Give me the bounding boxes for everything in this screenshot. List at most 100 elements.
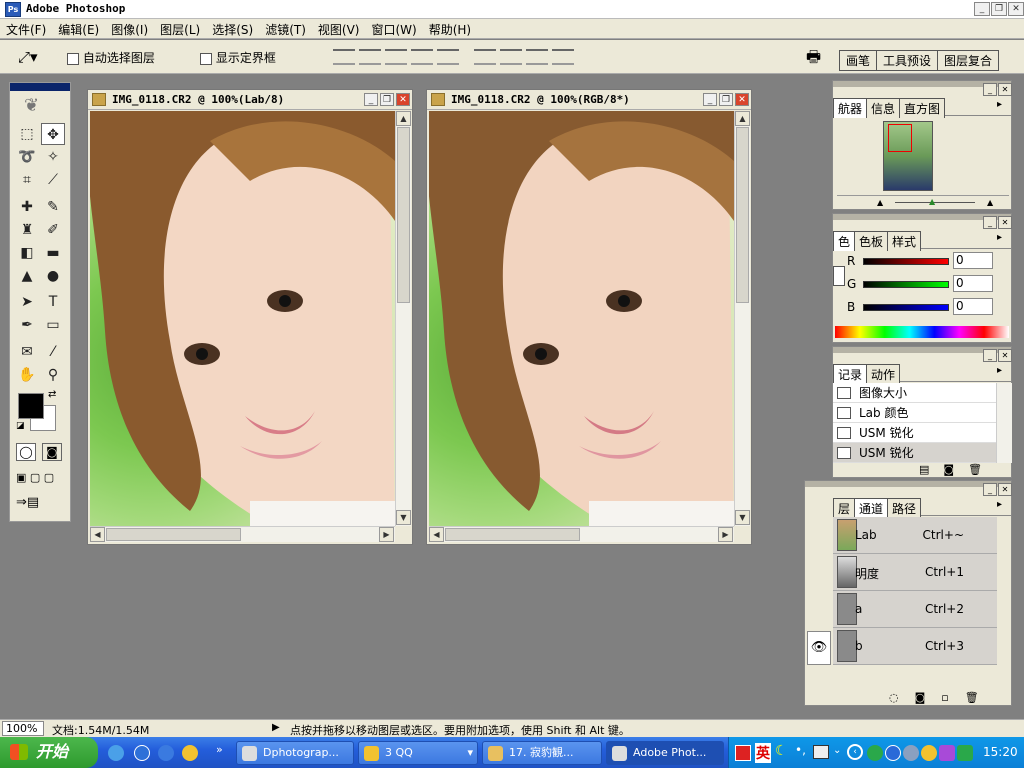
panel-menu-icon[interactable]: ▸ [997,499,1002,510]
tab-navigator[interactable]: 航器 [833,98,868,118]
tab-brushes[interactable]: 画笔 [839,50,878,71]
tray-app-icon[interactable] [939,745,955,761]
tab-swatches[interactable]: 色板 [854,231,889,251]
close-button[interactable]: ✕ [1008,2,1024,16]
scroll-left-button[interactable]: ◀ [90,527,105,542]
zoom-thumb[interactable]: ▲ [929,197,935,206]
standard-mode-icon[interactable]: ◯ [16,443,36,461]
dodge-tool-icon[interactable]: ● [41,265,65,287]
quicklaunch-msn-icon[interactable] [134,745,150,761]
distribute-top-icon[interactable] [474,49,496,65]
history-scrollbar[interactable] [996,383,1012,463]
vertical-scrollbar-lab[interactable]: ▲ ▼ [395,111,411,526]
panel-close-button[interactable]: ✕ [998,483,1012,496]
scroll-right-button[interactable]: ▶ [718,527,733,542]
history-item-selected[interactable]: USM 锐化 [833,443,997,463]
notes-tool-icon[interactable]: ✉ [15,341,39,363]
tab-channels[interactable]: 通道 [854,498,889,518]
horizontal-scrollbar-rgb[interactable]: ◀ ▶ [429,526,734,542]
document-info[interactable]: 文档:1.54M/1.54M [52,722,149,738]
panel-close-button[interactable]: ✕ [998,349,1012,362]
photo-canvas-lab[interactable] [90,111,395,526]
zoom-out-icon[interactable]: ▲ [877,198,883,207]
g-slider[interactable] [863,281,949,288]
menu-layer[interactable]: 图层(L) [154,19,206,38]
channels-footer-icons[interactable]: ◌◙▫🗑 [889,691,995,704]
path-selection-icon[interactable]: ➤ [15,291,39,313]
tab-info[interactable]: 信息 [866,98,901,118]
zoom-tool-icon[interactable]: ⚲ [41,364,65,386]
tray-expand-icon[interactable]: ‹ [847,744,863,760]
status-menu-icon[interactable]: ▶ [272,722,280,733]
clock[interactable]: 15:20 [983,745,1018,759]
eye-icon[interactable]: 👁 [807,631,831,665]
navigator-thumbnail[interactable] [883,121,933,191]
view-box[interactable] [888,124,912,152]
clone-stamp-icon[interactable]: ♜ [15,219,39,241]
eraser-tool-icon[interactable]: ◧ [15,242,39,264]
channel-row-b[interactable]: b Ctrl+3 [833,628,997,665]
scroll-left-button[interactable]: ◀ [429,527,444,542]
auto-select-checkbox[interactable] [67,52,79,65]
scroll-thumb[interactable] [736,127,749,303]
doc-close-button[interactable]: ✕ [396,93,410,106]
distribute-left-icon[interactable] [526,49,548,65]
tab-tool-presets[interactable]: 工具预设 [876,50,939,71]
crop-tool-icon[interactable]: ⌗ [15,169,39,191]
tray-qq-icon[interactable] [921,745,937,761]
foreground-color-swatch[interactable] [18,393,44,419]
scroll-down-button[interactable]: ▼ [735,510,750,525]
document-window-rgb[interactable]: IMG_0118.CR2 @ 100%(RGB/8*) _ ❐ ✕ ▲ ▼ ◀ … [426,89,752,545]
screen-mode-icons[interactable]: ▣ ▢ ▢ [16,471,54,484]
panel-grip[interactable] [805,481,1011,487]
zoom-field[interactable]: 100% [2,721,44,736]
doc-restore-button[interactable]: ❐ [380,93,394,106]
history-brush-icon[interactable]: ✐ [41,219,65,241]
tab-history[interactable]: 记录 [833,364,868,384]
gradient-tool-icon[interactable]: ▬ [41,242,65,264]
channel-row-lab[interactable]: Lab Ctrl+~ [833,517,997,554]
ime-moon-icon[interactable]: ☾ [775,743,788,759]
tab-layers[interactable]: 层 [833,498,856,518]
tab-color[interactable]: 色 [833,231,856,251]
panel-minimize-button[interactable]: _ [983,483,997,496]
move-tool-icon[interactable]: ✥ [41,123,65,145]
align-top-icon[interactable] [333,49,355,65]
align-bottom-icon[interactable] [385,49,407,65]
photo-canvas-rgb[interactable] [429,111,734,526]
blur-tool-icon[interactable]: ▲ [15,265,39,287]
start-button[interactable]: 开始 [0,737,98,768]
horizontal-scrollbar-lab[interactable]: ◀ ▶ [90,526,395,542]
color-ramp[interactable] [835,326,1009,338]
type-tool-icon[interactable]: T [41,291,65,313]
color-swatch-pair[interactable] [833,266,845,286]
menu-select[interactable]: 选择(S) [206,19,259,38]
panel-menu-icon[interactable]: ▸ [997,232,1002,243]
ime-punct-icon[interactable]: •, [795,743,806,757]
vertical-scrollbar-rgb[interactable]: ▲ ▼ [734,111,750,526]
menu-help[interactable]: 帮助(H) [423,19,477,38]
b-value-field[interactable]: 0 [953,298,993,315]
tray-msn-icon[interactable] [885,745,901,761]
align-left-icon[interactable] [411,49,433,65]
menu-edit[interactable]: 编辑(E) [52,19,105,38]
auto-select-option[interactable]: 自动选择图层 [67,49,155,66]
magic-wand-tool-icon[interactable]: ✧ [41,146,65,168]
doc-close-button[interactable]: ✕ [735,93,749,106]
document-window-lab[interactable]: IMG_0118.CR2 @ 100%(Lab/8) _ ❐ ✕ ▲ ▼ ◀ ▶ [87,89,413,545]
menu-view[interactable]: 视图(V) [312,19,366,38]
scroll-up-button[interactable]: ▲ [735,111,750,126]
quick-mask-mode-icon[interactable]: ◙ [42,443,62,461]
swap-colors-icon[interactable]: ⇄ [48,389,56,400]
default-colors-icon[interactable]: ◪ [16,421,25,431]
tab-paths[interactable]: 路径 [887,498,922,518]
zoom-slider[interactable]: ▲ ▲ ▲ [837,195,1009,207]
distribute-right-icon[interactable] [552,49,574,65]
panel-menu-icon[interactable]: ▸ [997,99,1002,110]
channel-row-a[interactable]: a Ctrl+2 [833,591,997,628]
tab-histogram[interactable]: 直方图 [899,98,946,118]
quicklaunch-desktop-icon[interactable] [158,745,174,761]
minimize-button[interactable]: _ [974,2,990,16]
align-vcenter-icon[interactable] [359,49,381,65]
tray-security-icon[interactable] [957,745,973,761]
